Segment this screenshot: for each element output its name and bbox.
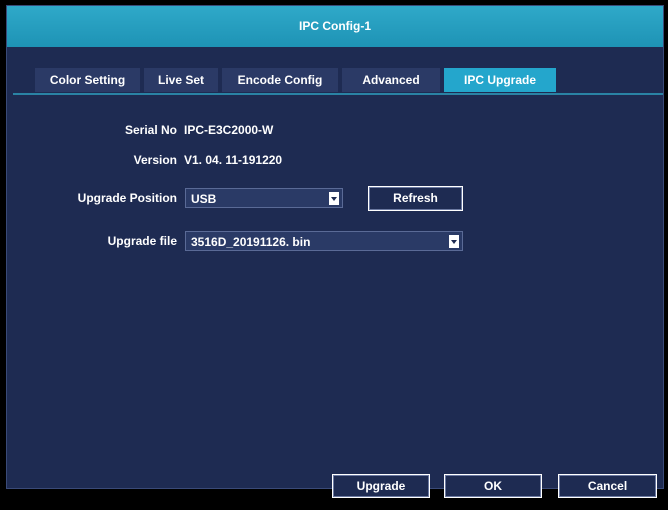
upgrade-position-select[interactable]: USB	[185, 188, 343, 208]
config-window: IPC Config-1 Color Setting Live Set Enco…	[6, 5, 664, 498]
chevron-down-icon[interactable]	[329, 192, 339, 205]
tab-ipc-upgrade[interactable]: IPC Upgrade	[444, 68, 556, 92]
serial-value: IPC-E3C2000-W	[184, 123, 274, 137]
tab-encode-config[interactable]: Encode Config	[222, 68, 338, 92]
upgrade-position-label: Upgrade Position	[77, 191, 177, 205]
cancel-button[interactable]: Cancel	[558, 474, 657, 498]
upgrade-file-label: Upgrade file	[107, 234, 177, 248]
upgrade-position-value: USB	[191, 192, 217, 206]
tab-advanced[interactable]: Advanced	[342, 68, 440, 92]
tab-color-setting[interactable]: Color Setting	[35, 68, 140, 92]
tab-divider	[13, 93, 663, 95]
ok-button[interactable]: OK	[444, 474, 542, 498]
upgrade-file-select[interactable]: 3516D_20191126. bin	[185, 231, 463, 251]
window-title: IPC Config-1	[7, 6, 663, 47]
tab-live-set[interactable]: Live Set	[144, 68, 218, 92]
upgrade-file-value: 3516D_20191126. bin	[191, 235, 311, 249]
version-value: V1. 04. 11-191220	[184, 153, 283, 167]
version-label: Version	[133, 153, 177, 167]
refresh-button[interactable]: Refresh	[368, 186, 463, 211]
serial-label: Serial No	[124, 123, 177, 137]
upgrade-button[interactable]: Upgrade	[332, 474, 430, 498]
chevron-down-icon[interactable]	[449, 235, 459, 248]
